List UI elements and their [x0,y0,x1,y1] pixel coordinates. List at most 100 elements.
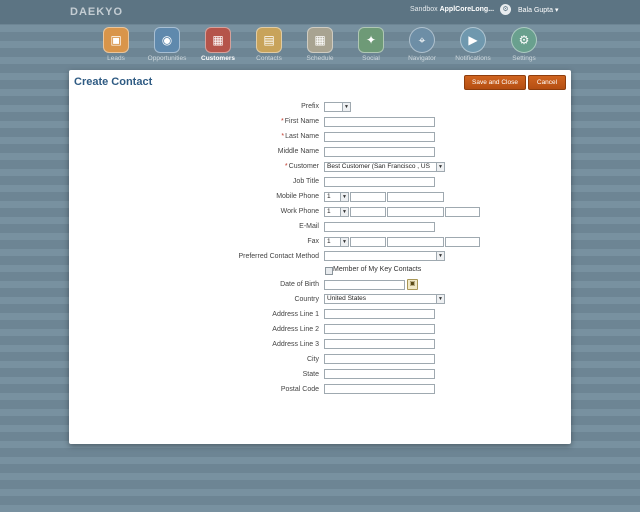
nav-label: Navigator [408,55,436,62]
preferred-contact-select[interactable]: ▼ [324,251,445,261]
create-contact-panel: Create Contact Save and Close Cancel Pre… [69,70,571,444]
nav-label: Social [362,55,380,62]
fax-label: Fax [307,238,319,245]
cancel-button[interactable]: Cancel [528,75,566,90]
last-name-label: *Last Name [79,133,319,140]
nav-item-notifications[interactable]: ▶ Notifications [446,27,500,62]
chevron-down-icon: ▼ [340,238,348,246]
sandbox-settings-icon[interactable]: ⚙ [500,4,511,15]
first-name-label-text: First Name [284,118,319,125]
required-marker: * [284,163,288,170]
nav-item-navigator[interactable]: ⌖ Navigator [395,27,449,62]
city-input[interactable] [324,354,435,364]
nav-label: Schedule [306,55,334,62]
sandbox-prefix: Sandbox [410,6,438,13]
work-number-input[interactable] [387,207,444,217]
save-and-close-button[interactable]: Save and Close [464,75,526,90]
middle-name-label: Middle Name [277,148,319,155]
address-line-1-input[interactable] [324,309,435,319]
prefix-label: Prefix [301,103,319,110]
logo: DAEKYO [70,6,124,18]
address-line-3-label: Address Line 3 [272,341,319,348]
chevron-down-icon: ▼ [342,103,350,111]
email-label: E-Mail [299,223,319,230]
fax-extension-input[interactable] [445,237,480,247]
notifications-icon: ▶ [460,27,486,53]
nav-item-customers[interactable]: ▦ Customers [191,27,245,62]
address-line-3-input[interactable] [324,339,435,349]
fax-number-input[interactable] [387,237,444,247]
nav-label: Leads [107,55,125,62]
customers-icon: ▦ [205,27,231,53]
nav-item-opportunities[interactable]: ◉ Opportunities [140,27,194,62]
city-label: City [306,356,319,363]
chevron-down-icon: ▼ [340,208,348,216]
mobile-phone-label: Mobile Phone [276,193,319,200]
last-name-label-text: Last Name [285,133,319,140]
first-name-input[interactable] [324,117,435,127]
address-line-2-input[interactable] [324,324,435,334]
middle-name-input[interactable] [324,147,435,157]
nav-item-leads[interactable]: ▣ Leads [89,27,143,62]
customer-value: Best Customer (San Francisco , US [327,163,430,170]
work-area-code-input[interactable] [350,207,386,217]
dob-label: Date of Birth [280,281,319,288]
key-contacts-checkbox[interactable] [325,267,333,275]
last-name-input[interactable] [324,132,435,142]
state-input[interactable] [324,369,435,379]
address-line-2-label: Address Line 2 [272,326,319,333]
schedule-icon: ▦ [307,27,333,53]
fax-area-code-input[interactable] [350,237,386,247]
email-input[interactable] [324,222,435,232]
customer-label: *Customer [79,163,319,170]
mobile-country-code-select[interactable]: 1 ▼ [324,192,349,202]
nav-label: Contacts [256,55,282,62]
user-menu[interactable]: Bala Gupta ▾ [518,6,558,14]
nav-label: Settings [512,55,536,62]
required-marker: * [281,133,285,140]
nav-label: Opportunities [147,55,187,62]
nav-label: Notifications [455,55,491,62]
work-phone-label: Work Phone [280,208,319,215]
sandbox-label[interactable]: Sandbox ApplCoreLong... [410,6,494,13]
nav-item-contacts[interactable]: ▤ Contacts [242,27,296,62]
contacts-icon: ▤ [256,27,282,53]
compass-icon: ⌖ [409,27,435,53]
customer-label-text: Customer [288,163,319,170]
work-country-code: 1 [327,208,331,215]
job-title-input[interactable] [324,177,435,187]
chevron-down-icon: ▼ [436,163,444,171]
address-line-1-label: Address Line 1 [272,311,319,318]
opportunities-icon: ◉ [154,27,180,53]
state-label: State [302,371,319,378]
fax-country-code: 1 [327,238,331,245]
mobile-country-code: 1 [327,193,331,200]
prefix-select[interactable]: ▼ [324,102,351,112]
leads-icon: ▣ [103,27,129,53]
nav-item-settings[interactable]: ⚙ Settings [497,27,551,62]
chevron-down-icon: ▼ [340,193,348,201]
country-label: Country [294,296,319,303]
required-marker: * [281,118,284,125]
gear-icon: ⚙ [511,27,537,53]
key-contacts-label: Member of My Key Contacts [333,266,422,273]
work-country-code-select[interactable]: 1 ▼ [324,207,349,217]
country-value: United States [327,295,367,302]
nav-item-social[interactable]: ✦ Social [344,27,398,62]
social-icon: ✦ [358,27,384,53]
country-select[interactable]: United States ▼ [324,294,445,304]
nav-label: Customers [201,55,235,62]
dob-input[interactable] [324,280,405,290]
mobile-number-input[interactable] [387,192,444,202]
chevron-down-icon: ▼ [436,295,444,303]
work-extension-input[interactable] [445,207,480,217]
customer-select[interactable]: Best Customer (San Francisco , US ▼ [324,162,445,172]
chevron-down-icon: ▼ [436,252,444,260]
nav-item-schedule[interactable]: ▦ Schedule [293,27,347,62]
mobile-area-code-input[interactable] [350,192,386,202]
page-title: Create Contact [74,76,153,88]
postal-code-input[interactable] [324,384,435,394]
calendar-icon[interactable]: ▣ [407,279,418,290]
first-name-label: *First Name [79,118,319,125]
fax-country-code-select[interactable]: 1 ▼ [324,237,349,247]
